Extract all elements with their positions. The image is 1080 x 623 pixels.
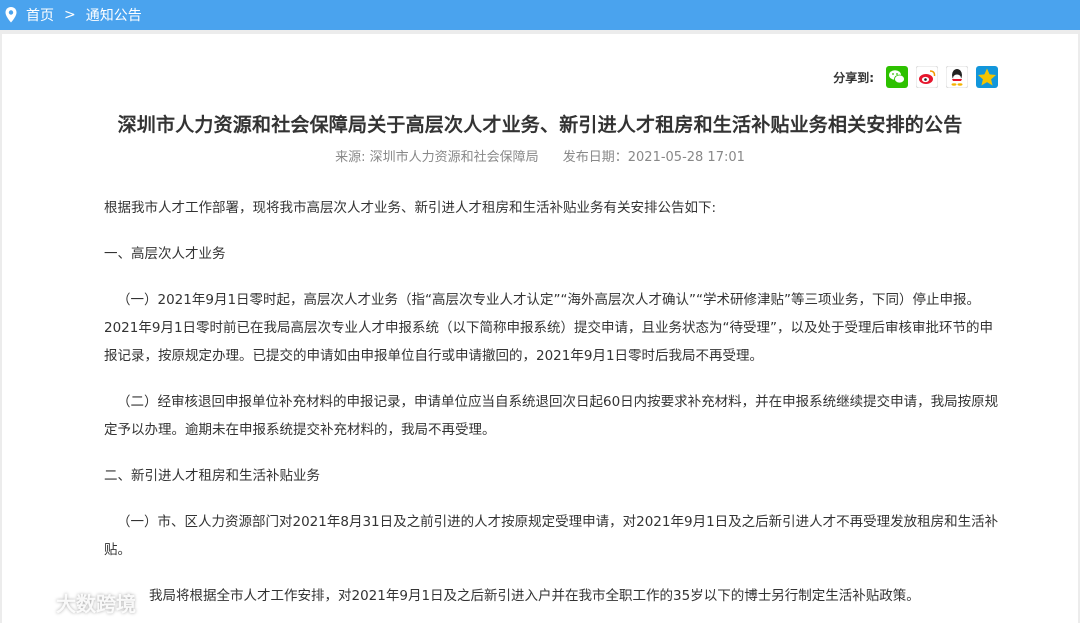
paragraph-2-2: 我局将根据全市人才工作安排，对2021年9月1日及之后新引进入户并在我市全职工作… xyxy=(149,588,920,604)
article-source: 来源: 深圳市人力资源和社会保障局 xyxy=(335,150,539,165)
qzone-icon[interactable] xyxy=(976,66,998,88)
article-title: 深圳市人力资源和社会保障局关于高层次人才业务、新引进人才租房和生活补贴业务相关安… xyxy=(117,114,963,136)
article-meta: 来源: 深圳市人力资源和社会保障局 发布日期：2021-05-28 17:01 xyxy=(2,146,1078,165)
wechat-icon[interactable] xyxy=(886,66,908,88)
breadcrumb: 首页 > 通知公告 xyxy=(0,0,1080,30)
paragraph-1-1: （一）2021年9月1日零时起，高层次人才业务（指“高层次专业人才认定”“海外高… xyxy=(104,292,994,364)
breadcrumb-separator: > xyxy=(64,7,76,23)
breadcrumb-current[interactable]: 通知公告 xyxy=(86,5,142,25)
share-bar: 分享到: xyxy=(833,66,998,88)
share-label: 分享到: xyxy=(833,70,874,85)
location-pin-icon xyxy=(4,6,18,24)
paragraph-2-1: （一）市、区人力资源部门对2021年8月31日及之前引进的人才按原规定受理申请，… xyxy=(104,514,999,558)
paragraph-intro: 根据我市人才工作部署，现将我市高层次人才业务、新引进人才租房和生活补贴业务有关安… xyxy=(104,200,717,216)
section-heading-1: 一、高层次人才业务 xyxy=(104,246,226,262)
section-heading-2: 二、新引进人才租房和生活补贴业务 xyxy=(104,468,320,484)
article-body: 根据我市人才工作部署，现将我市高层次人才业务、新引进人才租房和生活补贴业务有关安… xyxy=(104,194,1004,610)
watermark-logo-icon xyxy=(10,593,47,612)
qq-icon[interactable] xyxy=(946,66,968,88)
article-card: 分享到: 深圳市人力资源和社会保障局关于高层次人才业务、新引进人才租房和生活补贴… xyxy=(2,34,1078,623)
watermark: 大数跨境 xyxy=(8,588,136,617)
breadcrumb-home-link[interactable]: 首页 xyxy=(26,5,54,25)
weibo-icon[interactable] xyxy=(916,66,938,88)
paragraph-1-2: （二）经审核退回申报单位补充材料的申报记录，申请单位应当自系统退回次日起60日内… xyxy=(104,394,999,438)
watermark-text: 大数跨境 xyxy=(56,592,136,616)
article-date: 发布日期：2021-05-28 17:01 xyxy=(562,150,745,165)
